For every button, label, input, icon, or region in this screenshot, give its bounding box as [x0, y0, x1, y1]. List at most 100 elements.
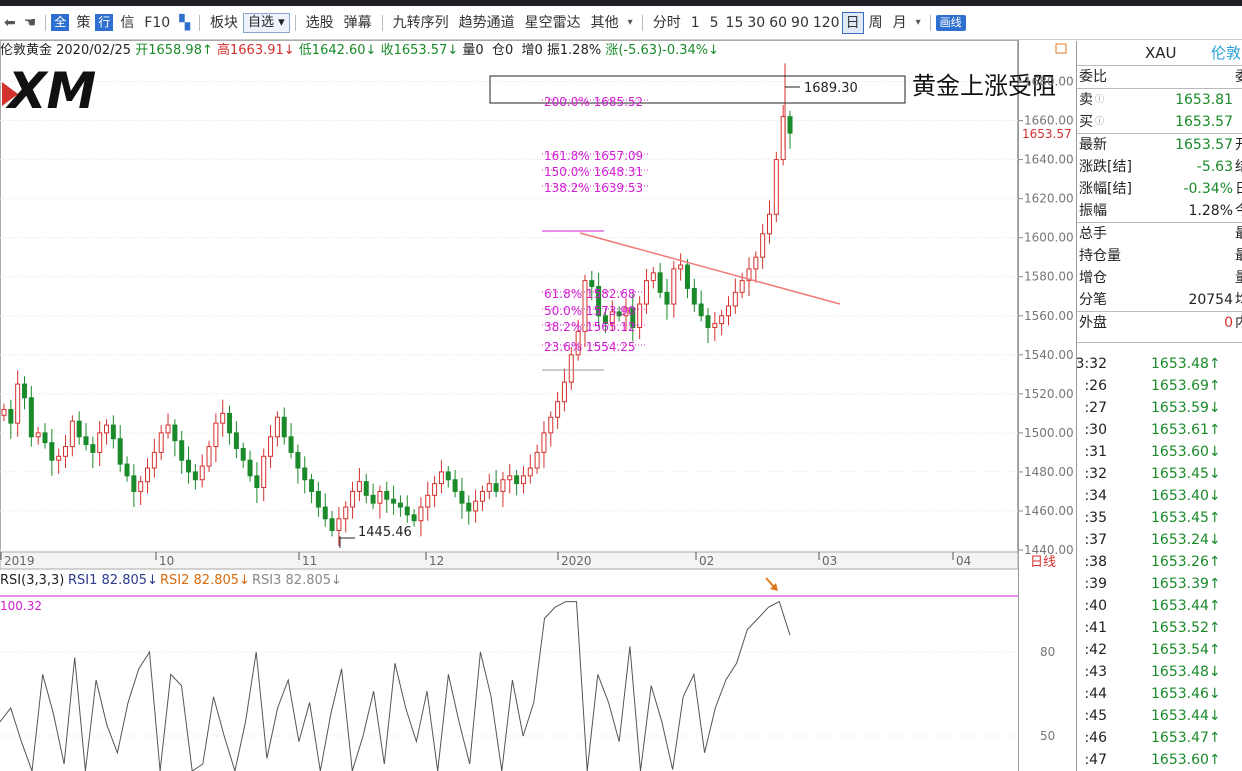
toolbar-strategy[interactable]: 策 — [71, 13, 95, 33]
candle-body — [329, 518, 335, 531]
candle-body — [384, 490, 390, 500]
rsi1-value: RSI1 82.805↓ — [68, 573, 158, 588]
candle-body — [151, 451, 157, 469]
candle-body — [773, 159, 779, 215]
tick-price: 1653.69↑ — [1151, 378, 1221, 394]
tick-time: :35 — [1084, 510, 1107, 526]
quote-row-label: 总手 — [1079, 226, 1107, 242]
candle-body — [268, 436, 274, 457]
draw-line-button[interactable]: 画线 — [935, 14, 966, 31]
toolbar-trend-channel[interactable]: 趋势通道 — [454, 13, 520, 33]
period-month[interactable]: 月 — [888, 13, 912, 33]
period-60m[interactable]: 60 — [767, 13, 789, 33]
candle-body — [117, 438, 123, 465]
watchlist-dropdown[interactable]: 自选 ▾ — [242, 12, 290, 33]
tick-price: 1653.59↓ — [1151, 400, 1221, 416]
price-axis-label: 1580.00 — [1024, 270, 1074, 284]
period-intraday[interactable]: 分时 — [648, 13, 686, 33]
period-day[interactable]: 日 — [841, 11, 864, 34]
period-1m[interactable]: 1 — [686, 13, 705, 33]
toolbar-all-badge[interactable]: 全 — [51, 14, 70, 31]
price-axis-label: 1540.00 — [1024, 348, 1074, 362]
rsi-axis-label: 80 — [1040, 645, 1055, 659]
period-90m[interactable]: 90 — [789, 13, 811, 33]
candle-body — [49, 442, 55, 461]
price-axis-label: 1480.00 — [1024, 465, 1074, 479]
candle-body — [486, 483, 492, 492]
fib-label: 200.0% 1685.52 — [544, 95, 643, 109]
candle-body — [411, 514, 417, 522]
candle-body — [684, 264, 690, 289]
toolbar-info[interactable]: 信 — [115, 13, 139, 33]
quote-row: 持仓量 最 — [1077, 245, 1242, 267]
period-week[interactable]: 周 — [864, 13, 888, 33]
toolbar-danmaku[interactable]: 弹幕 — [339, 13, 377, 33]
quote-row-extra: 委 — [1235, 66, 1242, 88]
candle-body — [240, 447, 246, 461]
xm-logo: XM — [5, 62, 96, 120]
toolbar-separator — [381, 14, 383, 31]
tick-time: :47 — [1084, 752, 1107, 768]
quote-row-extra: 最 — [1235, 223, 1242, 245]
quote-row-label: 振幅 — [1079, 203, 1107, 219]
chevron-down-icon[interactable]: ▾ — [624, 17, 637, 28]
watchlist-dropdown-label: 自选 — [247, 14, 274, 30]
price-axis-label: 1560.00 — [1024, 309, 1074, 323]
hand-cursor-icon[interactable]: ☚ — [20, 15, 41, 31]
toolbar-separator — [45, 14, 47, 31]
info-icon[interactable]: ⓘ — [1095, 111, 1104, 133]
candle-body — [589, 280, 595, 287]
tick-time: :32 — [1084, 466, 1107, 482]
quote-row-label: 外盘 — [1079, 315, 1107, 331]
toolbar-stock-picker[interactable]: 选股 — [301, 13, 339, 33]
quote-row-value: 0 — [1224, 315, 1233, 331]
fib-label: 23.6% 1554.25 — [544, 340, 636, 354]
current-price-label: 1653.57 — [1022, 127, 1072, 141]
tick-row: :41 1653.52↑ — [1077, 617, 1242, 639]
candle-body — [650, 272, 656, 282]
tick-row: :47 1653.60↑ — [1077, 749, 1242, 771]
period-30m[interactable]: 30 — [745, 13, 767, 33]
quote-row: 增仓 量 — [1077, 267, 1242, 289]
toolbar-quote-badge[interactable]: 行 — [95, 14, 114, 31]
tick-row: :42 1653.54↑ — [1077, 639, 1242, 661]
quote-row: 卖 ⓘ 1653.81 — [1077, 89, 1242, 111]
price-axis-label: 1500.00 — [1024, 426, 1074, 440]
period-15m[interactable]: 15 — [724, 13, 746, 33]
fib-label: 61.8% 1582.68 — [544, 287, 636, 301]
toolbar-separator — [198, 14, 200, 31]
candle-body — [452, 479, 458, 492]
candle-body — [56, 455, 62, 461]
back-icon[interactable]: ⬅ — [0, 15, 20, 31]
quote-row-extra: 量 — [1235, 267, 1242, 289]
quote-row-label: 增仓 — [1079, 270, 1107, 286]
toolbar-f10[interactable]: F10 — [139, 13, 175, 33]
candle-body — [766, 213, 772, 235]
info-icon[interactable]: ⓘ — [1095, 89, 1104, 111]
candle-body — [179, 440, 185, 461]
rsi-line — [0, 600, 791, 771]
toolbar-separator — [929, 14, 931, 31]
candle-body — [90, 444, 96, 453]
toolbar-nine-turn[interactable]: 九转序列 — [388, 13, 454, 33]
candle-body — [739, 280, 745, 293]
quote-row: 总手 最 — [1077, 223, 1242, 245]
candle-body — [787, 116, 793, 134]
candle-body — [295, 451, 301, 469]
toolbar-sector[interactable]: 板块 — [205, 13, 243, 33]
toolbar-other[interactable]: 其他 — [586, 13, 624, 33]
candle-body — [732, 291, 738, 307]
quote-row-value: 20754 — [1188, 292, 1233, 308]
tick-time: :44 — [1084, 686, 1107, 702]
chevron-down-icon[interactable]: ▾ — [912, 17, 925, 28]
toolbar-star-radar[interactable]: 星空雷达 — [520, 13, 586, 33]
window-icon[interactable]: ▚ — [175, 15, 194, 31]
tick-price: 1653.60↑ — [1151, 752, 1221, 768]
candle-body — [315, 490, 321, 508]
quote-row-value: 1653.57 — [1175, 137, 1233, 153]
rsi-level-label: 100.32 — [0, 599, 42, 613]
period-120m[interactable]: 120 — [811, 13, 842, 33]
period-5m[interactable]: 5 — [705, 13, 724, 33]
price-chart[interactable]: 1689.30 黄金上涨受阻1445.46200.0% 1685.52161.8%… — [0, 40, 1076, 771]
candle-body — [22, 383, 28, 399]
